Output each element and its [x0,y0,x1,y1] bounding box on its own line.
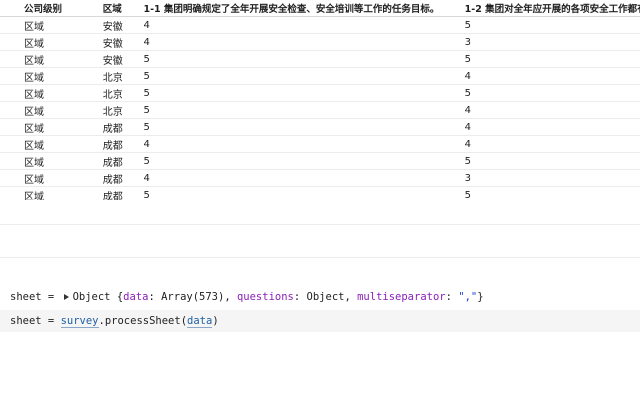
cell-region: 成都 [102,152,144,170]
data-table: 公司级别 区域 1-1 集团明确规定了全年开展安全检查、安全培训等工作的任务目标… [0,0,640,200]
cell-score-1-1: 5 [143,50,465,68]
cell-score-1-1: 5 [143,101,465,119]
cell-score-1-1: 5 [143,84,465,102]
cell-score-1-2: 4 [464,118,640,136]
header-company-level: 公司级别 [0,0,103,17]
cell-company-level: 区域 [0,152,103,170]
cell-company-level: 区域 [0,186,103,200]
cell-company-level: 区域 [0,101,103,119]
table-row: 区域 成都 5 5 [0,186,640,200]
cell-company-level: 区域 [0,84,103,102]
cell-company-level: 区域 [0,33,103,51]
cell-score-1-1: 5 [143,186,465,200]
console-output-line: sheet = Object {data: Array(573), questi… [10,291,484,303]
cell-region: 成都 [102,118,144,136]
console-prefix: sheet = [10,315,61,327]
table-row: 区域 北京 5 4 [0,101,640,119]
call-close: ) [212,315,219,327]
cell-company-level: 区域 [0,169,103,187]
cell-company-level: 区域 [0,16,103,34]
header-question-1-2: 1-2 集团对全年应开展的各项安全工作都有详细的时间计 [464,0,640,17]
method-call: .processSheet( [98,315,188,327]
cell-region: 安徽 [102,33,144,51]
colon: : [148,291,162,303]
cell-company-level: 区域 [0,118,103,136]
cell-score-1-1: 4 [143,135,465,153]
cell-region: 成都 [102,186,144,200]
table-row: 区域 成都 4 3 [0,169,640,187]
cell-score-1-2: 4 [464,135,640,153]
cell-region: 北京 [102,67,144,85]
console-input-line[interactable]: sheet = survey.processSheet(data) [10,315,219,328]
colon: : [293,291,307,303]
prop-value-questions: Object, [306,291,358,303]
cell-region: 安徽 [102,16,144,34]
cell-score-1-1: 4 [143,33,465,51]
prop-key-multiseparator: multiseparator [357,291,446,303]
cell-score-1-2: 3 [464,33,640,51]
cell-score-1-2: 5 [464,16,640,34]
divider [0,224,640,225]
prop-value-multiseparator: "," [458,291,478,303]
cell-company-level: 区域 [0,135,103,153]
cell-score-1-2: 5 [464,84,640,102]
cell-score-1-2: 5 [464,152,640,170]
cell-score-1-1: 4 [143,16,465,34]
expand-triangle-icon[interactable] [63,293,69,300]
object-close: } [477,291,484,303]
cell-score-1-2: 3 [464,169,640,187]
console-prefix: sheet = [10,291,61,303]
divider [0,257,640,258]
prop-key-data: data [123,291,149,303]
table-row: 区域 成都 5 4 [0,118,640,136]
cell-score-1-1: 5 [143,118,465,136]
variable-data: data [187,315,213,328]
cell-region: 北京 [102,84,144,102]
prop-value-data: Array(573), [161,291,237,303]
cell-score-1-1: 5 [143,152,465,170]
table-row: 区域 安徽 5 5 [0,50,640,68]
table-row: 区域 北京 5 4 [0,67,640,85]
cell-region: 成都 [102,135,144,153]
cell-score-1-2: 4 [464,67,640,85]
table-header-row: 公司级别 区域 1-1 集团明确规定了全年开展安全检查、安全培训等工作的任务目标… [0,0,640,17]
prop-key-questions: questions [236,291,294,303]
object-label[interactable]: Object { [73,291,124,303]
table-row: 区域 安徽 4 5 [0,16,640,34]
cell-score-1-2: 5 [464,50,640,68]
cell-region: 成都 [102,169,144,187]
cell-company-level: 区域 [0,50,103,68]
cell-score-1-2: 5 [464,186,640,200]
table-row: 区域 安徽 4 3 [0,33,640,51]
cell-company-level: 区域 [0,67,103,85]
cell-score-1-2: 4 [464,101,640,119]
header-question-1-1: 1-1 集团明确规定了全年开展安全检查、安全培训等工作的任务目标。 [143,0,465,17]
colon: : [445,291,459,303]
header-region: 区域 [102,0,144,17]
data-table-container: 公司级别 区域 1-1 集团明确规定了全年开展安全检查、安全培训等工作的任务目标… [0,0,640,200]
cell-region: 北京 [102,101,144,119]
cell-region: 安徽 [102,50,144,68]
table-row: 区域 北京 5 5 [0,84,640,102]
table-row: 区域 成都 5 5 [0,152,640,170]
cell-score-1-1: 4 [143,169,465,187]
table-row: 区域 成都 4 4 [0,135,640,153]
variable-survey: survey [60,315,99,328]
cell-score-1-1: 5 [143,67,465,85]
